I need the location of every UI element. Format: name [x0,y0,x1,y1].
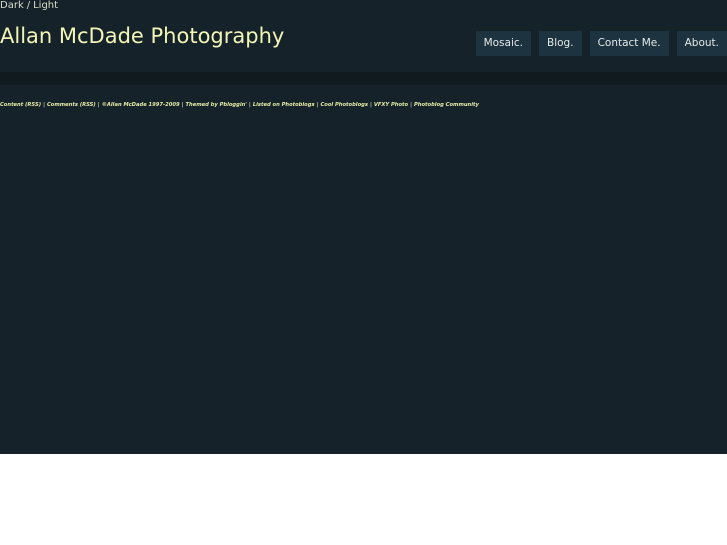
theme-separator: / [26,0,31,11]
theme-switch: Dark / Light [0,0,58,12]
light-theme-link[interactable]: Light [33,0,58,11]
footer-copyright: ©Allan McDade 1997-2009 [101,102,180,108]
main-nav: Mosaic. Blog. Contact Me. About. [475,31,727,56]
nav-mosaic-button[interactable]: Mosaic. [475,31,531,56]
nav-blog-button[interactable]: Blog. [539,31,582,56]
footer-cool-photoblogs-link[interactable]: Cool Photoblogs [320,102,367,108]
site-title[interactable]: Allan McDade Photography [0,22,284,50]
footer-themed-by: Themed by [185,102,218,108]
footer-photoblog-community-link[interactable]: Photoblog Community [414,102,479,108]
header-divider [0,72,727,85]
footer-vfxy-photo-link[interactable]: VFXY Photo [374,102,408,108]
footer-content-rss-link[interactable]: Content (RSS) [0,102,41,108]
footer-photoblogs-link[interactable]: Listed on Photoblogs [253,102,315,108]
footer-comments-rss-link[interactable]: Comments (RSS) [47,102,96,108]
footer: Content (RSS) | Comments (RSS) | ©Allan McDa… [0,101,479,109]
nav-about-button[interactable]: About. [676,31,727,56]
dark-theme-link[interactable]: Dark [0,0,24,11]
nav-contact-button[interactable]: Contact Me. [589,31,669,56]
footer-pbloggin-link[interactable]: Pbloggin' [220,102,247,108]
page: Dark / Light Allan McDade Photography Mosa… [0,0,727,454]
